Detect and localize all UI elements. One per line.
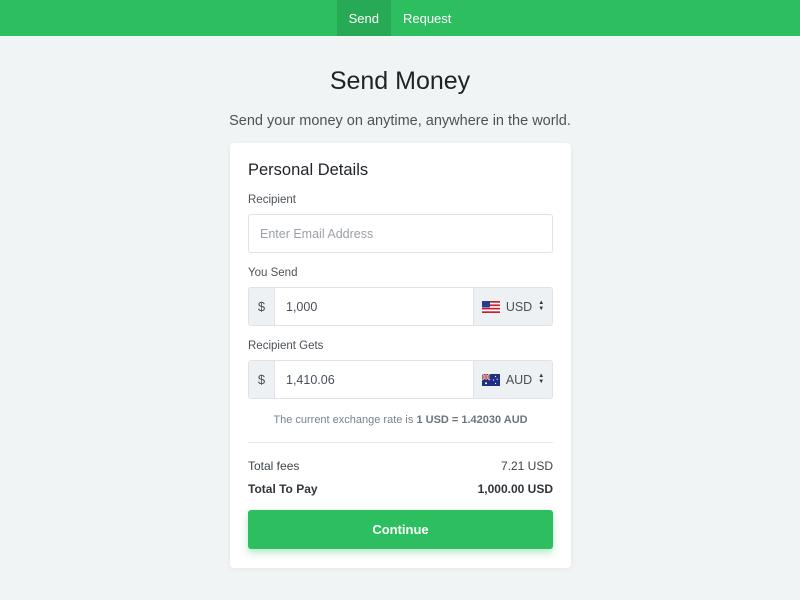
exchange-rate-prefix: The current exchange rate is: [273, 414, 414, 426]
total-to-pay-row: Total To Pay 1,000.00 USD: [248, 482, 553, 496]
page-subtitle: Send your money on anytime, anywhere in …: [229, 113, 571, 129]
total-fees-label: Total fees: [248, 459, 300, 473]
total-fees-row: Total fees 7.21 USD: [248, 459, 553, 473]
page-header: Send Money Send your money on anytime, a…: [0, 66, 800, 129]
sort-caret-icon: ▲ ▼: [538, 300, 545, 312]
form-title: Personal Details: [248, 161, 369, 179]
you-send-label: You Send: [248, 267, 298, 279]
total-fees-value: 7.21 USD: [500, 459, 553, 473]
top-nav: Send Request: [0, 0, 800, 36]
continue-button[interactable]: Continue: [248, 510, 553, 549]
exchange-rate-note: The current exchange rate is 1 USD = 1.4…: [230, 414, 571, 426]
tab-send[interactable]: Send: [336, 0, 391, 36]
tab-request[interactable]: Request: [391, 0, 463, 36]
you-send-group: $ USD ▲▼: [248, 287, 553, 326]
recipient-gets-dollar-prefix: $: [249, 361, 275, 398]
total-to-pay-label: Total To Pay: [248, 482, 318, 496]
recipient-gets-currency-select[interactable]: AUD ▲ ▼: [473, 361, 552, 398]
you-send-dollar-prefix: $: [249, 288, 275, 325]
send-money-form: Personal Details Recipient You Send $ US…: [230, 143, 571, 568]
recipient-gets-amount-input[interactable]: [275, 361, 473, 398]
recipient-label: Recipient: [248, 194, 296, 206]
au-flag-icon: [481, 373, 500, 386]
recipient-gets-group: $ AUD ▲▼: [248, 360, 553, 399]
recipient-email-input[interactable]: [248, 214, 553, 253]
you-send-amount-input[interactable]: [275, 288, 473, 325]
us-flag-icon: [481, 300, 500, 313]
recipient-gets-label: Recipient Gets: [248, 340, 324, 352]
you-send-currency-code: USD: [505, 299, 533, 314]
total-to-pay-value: 1,000.00 USD: [477, 482, 553, 496]
exchange-rate-value: 1 USD = 1.42030 AUD: [416, 414, 528, 426]
page-title: Send Money: [329, 67, 471, 95]
recipient-gets-currency-code: AUD: [505, 372, 533, 387]
you-send-currency-select[interactable]: USD ▲ ▼: [473, 288, 552, 325]
divider: [248, 442, 553, 443]
sort-caret-icon: ▲ ▼: [538, 373, 545, 385]
